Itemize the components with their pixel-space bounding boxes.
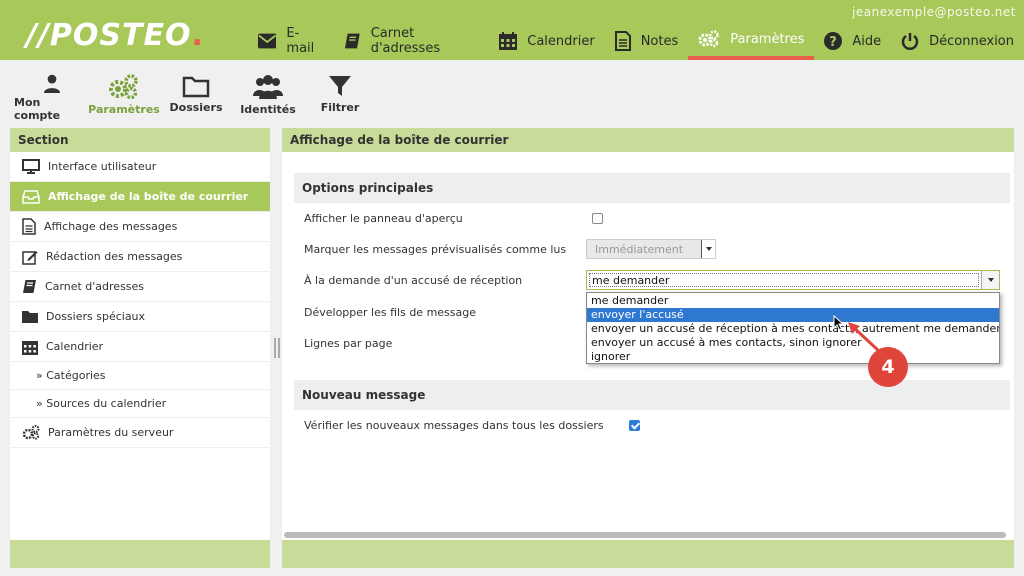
check-all-folders-checkbox[interactable] xyxy=(629,420,640,431)
tool-settings[interactable]: Paramètres xyxy=(86,60,162,122)
section-title: Section xyxy=(10,128,270,152)
gears-icon xyxy=(698,30,719,48)
calendar-icon xyxy=(22,340,38,355)
nav-help[interactable]: ? Aide xyxy=(814,26,891,56)
section-item-address-book[interactable]: Carnet d'adresses xyxy=(10,272,270,302)
svg-text:?: ? xyxy=(830,35,838,50)
power-icon xyxy=(901,33,919,50)
nav-logout[interactable]: Déconnexion xyxy=(891,26,1024,56)
help-icon: ? xyxy=(824,32,843,50)
step-badge: 4 xyxy=(868,347,908,387)
mark-read-label: Marquer les messages prévisualisés comme… xyxy=(304,243,567,256)
section-item-message-view[interactable]: Affichage des messages xyxy=(10,212,270,242)
receipt-option[interactable]: envoyer l'accusé xyxy=(587,308,999,322)
nav-email[interactable]: E-mail xyxy=(248,26,334,56)
read-receipt-select[interactable]: me demander xyxy=(586,270,1000,290)
mouse-cursor-icon xyxy=(833,315,845,331)
receipt-option[interactable]: me demander xyxy=(587,294,999,308)
user-email: jeanexemple@posteo.net xyxy=(852,5,1016,19)
receipt-option[interactable]: envoyer un accusé à mes contacts, sinon … xyxy=(587,336,999,350)
chevron-down-icon[interactable] xyxy=(981,271,999,289)
document-icon xyxy=(22,218,36,235)
settings-panel: Affichage de la boîte de courrier Option… xyxy=(282,128,1014,568)
settings-panel-footer xyxy=(282,540,1014,568)
settings-toolbar: Mon compte Paramètres Dossiers Identités… xyxy=(0,60,1024,122)
tool-identities[interactable]: Identités xyxy=(230,60,306,122)
settings-panel-title: Affichage de la boîte de courrier xyxy=(282,128,1014,152)
folder-icon xyxy=(182,76,210,98)
section-item-special-folders[interactable]: Dossiers spéciaux xyxy=(10,302,270,332)
horizontal-scrollbar[interactable] xyxy=(284,532,1006,538)
section-panel: Section Interface utilisateur Affichage … xyxy=(10,128,270,568)
section-item-calendar-sources[interactable]: » Sources du calendrier xyxy=(10,390,270,418)
check-all-folders-label: Vérifier les nouveaux messages dans tous… xyxy=(304,419,604,432)
section-item-mailbox-view[interactable]: Affichage de la boîte de courrier xyxy=(10,182,270,212)
top-bar: //POSTEO. jeanexemple@posteo.net E-mail … xyxy=(0,0,1024,60)
panel-resize-handle[interactable] xyxy=(274,338,280,358)
section-panel-footer xyxy=(10,540,270,568)
filter-icon xyxy=(329,76,351,96)
users-icon xyxy=(253,75,283,99)
group-main-options: Options principales xyxy=(294,173,1010,203)
notes-icon xyxy=(614,31,631,51)
address-book-icon xyxy=(344,33,360,49)
read-receipt-label: À la demande d'un accusé de réception xyxy=(304,274,523,287)
tool-my-account[interactable]: Mon compte xyxy=(14,60,90,122)
expand-threads-label: Développer les fils de message xyxy=(304,306,476,319)
inbox-icon xyxy=(22,189,40,204)
chevron-down-icon xyxy=(701,240,715,258)
nav-address-book[interactable]: Carnet d'adresses xyxy=(334,26,489,56)
section-item-server-settings[interactable]: Paramètres du serveur xyxy=(10,418,270,448)
section-item-user-interface[interactable]: Interface utilisateur xyxy=(10,152,270,182)
calendar-icon xyxy=(499,32,518,50)
preview-pane-label: Afficher le panneau d'aperçu xyxy=(304,212,463,225)
posteo-logo[interactable]: //POSTEO. xyxy=(26,18,204,53)
gears-icon xyxy=(22,425,40,440)
gears-icon xyxy=(109,74,138,100)
read-receipt-dropdown: me demander envoyer l'accusé envoyer un … xyxy=(586,292,1000,364)
receipt-option[interactable]: envoyer un accusé de réception à mes con… xyxy=(587,322,999,336)
section-item-calendar[interactable]: Calendrier xyxy=(10,332,270,362)
user-icon xyxy=(43,74,61,93)
nav-notes[interactable]: Notes xyxy=(605,26,689,56)
section-item-categories[interactable]: » Catégories xyxy=(10,362,270,390)
nav-calendar[interactable]: Calendrier xyxy=(489,26,604,56)
tool-folders[interactable]: Dossiers xyxy=(158,60,234,122)
envelope-icon xyxy=(258,33,277,49)
edit-icon xyxy=(22,250,38,265)
mark-read-select: Immédiatement xyxy=(586,239,716,259)
receipt-option[interactable]: ignorer xyxy=(587,350,999,364)
nav-settings[interactable]: Paramètres xyxy=(688,26,815,60)
monitor-icon xyxy=(22,159,40,174)
lines-per-page-label: Lignes par page xyxy=(304,337,393,350)
preview-pane-checkbox[interactable] xyxy=(592,213,603,224)
section-item-compose[interactable]: Rédaction des messages xyxy=(10,242,270,272)
folder-icon xyxy=(22,311,38,323)
group-new-message: Nouveau message xyxy=(294,380,1010,410)
tool-filter[interactable]: Filtrer xyxy=(302,60,378,122)
top-navigation: E-mail Carnet d'adresses Calendrier Note… xyxy=(248,26,1024,60)
address-book-icon xyxy=(23,280,36,293)
